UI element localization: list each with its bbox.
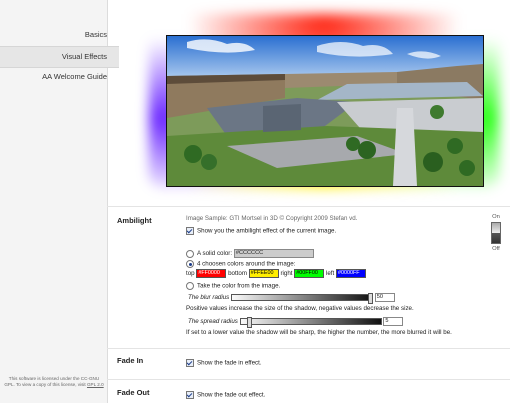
campus-scene-image <box>167 36 483 186</box>
section-divider <box>107 206 510 207</box>
spread-radius-knob[interactable] <box>247 317 253 328</box>
right-color-input[interactable]: #00FF00 <box>294 269 325 278</box>
fade-out-checkbox[interactable] <box>186 391 194 399</box>
fade-in-title: Fade In <box>117 356 144 365</box>
ambilight-show-checkbox[interactable] <box>186 227 194 235</box>
four-colors-radio[interactable] <box>186 260 194 268</box>
license-sentence: This software is licensed under the CC-G… <box>4 376 100 387</box>
license-text: This software is licensed under the CC-G… <box>4 376 104 388</box>
fade-out-label: Show the fade out effect. <box>197 391 266 399</box>
fade-in-checkbox[interactable] <box>186 359 194 367</box>
sidebar-item-visual-effects[interactable]: Visual Effects <box>0 46 119 68</box>
ambilight-show-option[interactable]: Show you the ambilight effect of the cur… <box>186 227 336 235</box>
toggle-switch[interactable] <box>491 222 501 244</box>
bottom-color-label: bottom <box>228 270 247 278</box>
left-color-input[interactable]: #0000FF <box>335 269 366 278</box>
sidebar-item-aa-welcome-guide[interactable]: AA Welcome Guide <box>0 67 119 87</box>
spread-radius-input[interactable]: 5 <box>383 317 404 326</box>
solid-color-label: A solid color: <box>197 250 233 258</box>
four-colors-inputs: top #FF0000 bottom #FFEE00 right #00FF00… <box>186 269 366 278</box>
four-colors-label: 4 choosen colors around the image: <box>197 260 296 268</box>
spread-radius-note: If set to a lower value the shadow will … <box>186 329 452 336</box>
ambilight-show-label: Show you the ambilight effect of the cur… <box>197 227 337 235</box>
solid-color-option[interactable]: A solid color: #CCCCCC <box>186 249 314 258</box>
bottom-color-input[interactable]: #FFEE00 <box>248 269 279 278</box>
blur-radius-knob[interactable] <box>368 293 374 304</box>
spread-radius-label: The spread radius <box>188 318 238 326</box>
top-color-label: top <box>186 270 195 278</box>
fade-out-option[interactable]: Show the fade out effect. <box>186 391 265 399</box>
solid-color-radio[interactable] <box>186 249 194 258</box>
take-color-radio[interactable] <box>186 282 194 290</box>
ambilight-title: Ambilight <box>117 216 152 225</box>
toggle-off-label: Off <box>492 246 500 252</box>
section-divider <box>107 379 510 380</box>
image-caption: Image Sample: GTI Mortsel in 3D © Copyri… <box>186 215 358 222</box>
sidebar: Basics Visual Effects AA Welcome Guide T… <box>0 0 119 403</box>
license-link[interactable]: GPL 2.0 <box>87 382 104 387</box>
left-color-label: left <box>325 270 335 278</box>
top-color-input[interactable]: #FF0000 <box>196 269 227 278</box>
right-color-label: right <box>280 270 293 278</box>
ambilight-toggle[interactable]: On Off <box>489 214 503 252</box>
blur-radius-slider[interactable] <box>231 293 374 304</box>
spread-radius-row: The spread radius 5 <box>188 317 404 328</box>
toggle-on-label: On <box>492 214 500 220</box>
take-color-option[interactable]: Take the color from the image. <box>186 282 280 290</box>
sample-image <box>166 35 484 187</box>
four-colors-option[interactable]: 4 choosen colors around the image: <box>186 260 295 268</box>
blur-radius-row: The blur radius 50 <box>188 293 395 304</box>
section-divider <box>107 348 510 349</box>
fade-out-title: Fade Out <box>117 388 150 397</box>
fade-in-label: Show the fade in effect. <box>197 359 262 367</box>
ambilight-preview <box>149 14 499 188</box>
blur-radius-note: Positive values increase the size of the… <box>186 305 414 312</box>
fade-in-option[interactable]: Show the fade in effect. <box>186 359 262 367</box>
sidebar-item-basics[interactable]: Basics <box>0 25 119 45</box>
spread-radius-slider[interactable] <box>239 317 382 328</box>
take-color-label: Take the color from the image. <box>197 282 281 290</box>
blur-radius-input[interactable]: 50 <box>374 293 395 302</box>
solid-color-input[interactable]: #CCCCCC <box>233 249 314 258</box>
blur-radius-label: The blur radius <box>188 294 230 302</box>
